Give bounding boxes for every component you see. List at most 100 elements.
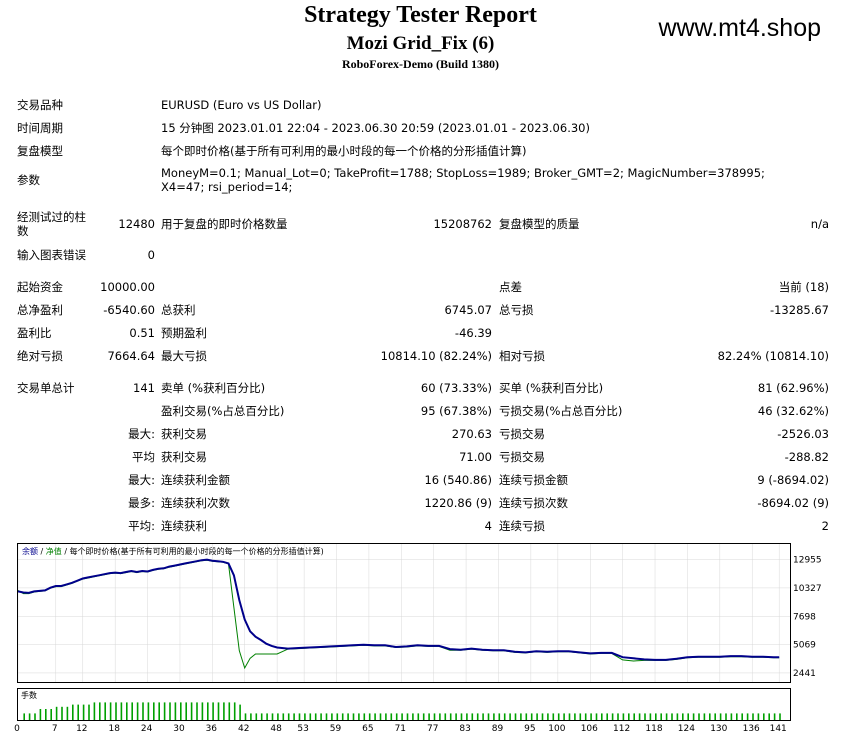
bars-label-line1: 经测试过的柱 <box>17 210 86 224</box>
lot-bar <box>568 713 571 720</box>
lot-bar <box>379 713 382 720</box>
equity-line <box>17 559 780 670</box>
lot-bar <box>520 713 522 720</box>
params-value: MoneyM=0.1; Manual_Lot=0; TakeProfit=178… <box>161 166 765 194</box>
gross-profit-label: 总获利 <box>161 303 196 317</box>
max-drawdown-value: 10814.10 (82.24%) <box>380 349 492 363</box>
lot-bar <box>45 709 47 720</box>
lot-bar <box>714 713 716 720</box>
rel-drawdown-label: 相对亏损 <box>499 349 545 363</box>
expected-payoff-label: 预期盈利 <box>161 326 207 340</box>
profit-trades-label: 盈利交易(%占总百分比) <box>161 404 285 418</box>
lot-bar <box>698 713 700 720</box>
lot-bar <box>757 713 760 720</box>
model-label: 复盘模型 <box>17 144 63 158</box>
lot-bar <box>563 713 565 720</box>
gross-loss-value: -13285.67 <box>769 303 829 317</box>
lot-bar <box>530 713 533 720</box>
lot-bar <box>363 713 366 720</box>
largest-profit-value: 270.63 <box>451 427 492 441</box>
average-consecutive-losses-label: 连续亏损 <box>499 519 545 533</box>
lot-bar <box>331 713 333 720</box>
lot-bar <box>126 702 128 720</box>
lot-bar <box>244 713 247 720</box>
long-positions-label: 买单 (%获利百分比) <box>499 381 604 395</box>
lot-bar <box>228 702 231 720</box>
lot-bar <box>131 702 133 720</box>
lot-bar <box>293 713 295 720</box>
lot-bar <box>471 713 474 720</box>
x-tick-label: 130 <box>710 724 727 733</box>
lot-bar <box>212 702 214 720</box>
lot-bar <box>449 713 452 720</box>
x-tick-label: 124 <box>678 724 695 733</box>
lot-bar <box>736 713 738 720</box>
x-tick-label: 136 <box>743 724 760 733</box>
period-value: 15 分钟图 2023.01.01 22:04 - 2023.06.30 20:… <box>161 121 590 135</box>
y-tick-label: 5069 <box>793 641 816 651</box>
bars-label: 经测试过的柱 数 <box>17 210 86 238</box>
lot-bar <box>190 702 193 720</box>
lot-chart: 手数 <box>17 688 791 721</box>
lot-bar <box>55 706 58 720</box>
lot-bar <box>412 713 414 720</box>
legend-model: 每个即时价格(基于所有可利用的最小时段的每一个价格的分形插值计算) <box>70 546 324 556</box>
short-positions-label: 卖单 (%获利百分比) <box>161 381 266 395</box>
lot-bar <box>136 702 139 720</box>
symbol-value: EURUSD (Euro vs US Dollar) <box>161 98 322 112</box>
x-tick-label: 112 <box>613 724 630 733</box>
lot-bar <box>482 713 484 720</box>
y-tick-label: 2441 <box>793 669 816 679</box>
lot-bar <box>142 702 144 720</box>
ticks-value: 15208762 <box>433 217 492 231</box>
balance-line <box>17 558 780 661</box>
lot-bar <box>671 713 673 720</box>
lot-bar <box>439 713 441 720</box>
lot-bar <box>207 702 209 720</box>
lot-bar <box>153 702 155 720</box>
lot-bar <box>763 713 765 720</box>
max-consecutive-prefix: 最大: <box>128 473 155 487</box>
lot-bar <box>28 713 31 720</box>
spread-value: 当前 (18) <box>778 280 829 294</box>
y-tick-label: 10327 <box>793 584 822 594</box>
legend-separator: / <box>38 547 46 556</box>
lot-bar <box>644 713 646 720</box>
lot-bar <box>352 713 355 720</box>
lot-bar <box>266 713 268 720</box>
lot-bar <box>466 713 468 720</box>
lot-bar <box>665 713 668 720</box>
lot-bar <box>163 702 166 720</box>
x-tick-label: 24 <box>141 724 153 733</box>
x-tick-label: 89 <box>492 724 504 733</box>
lot-bar <box>498 713 501 720</box>
average-profit-label: 获利交易 <box>161 450 207 464</box>
total-trades-value: 141 <box>133 381 155 395</box>
x-tick-label: 106 <box>581 724 598 733</box>
x-tick-label: 30 <box>173 724 185 733</box>
short-positions-value: 60 (73.33%) <box>420 381 492 395</box>
lot-bar <box>358 713 360 720</box>
lot-chart-svg: 手数 <box>21 690 781 720</box>
lot-bar <box>606 713 608 720</box>
x-tick-label: 95 <box>524 724 535 733</box>
balance-chart: 余额 / 净值 / 每个即时价格(基于所有可利用的最小时段的每一个价格的分形插值… <box>17 543 791 683</box>
max-consecutive-loss-value: -8694.02 (9) <box>757 496 829 510</box>
abs-drawdown-value: 7664.64 <box>107 349 155 363</box>
lot-bar <box>633 713 635 720</box>
average-consecutive-wins-value: 4 <box>484 519 492 533</box>
lot-bar <box>773 713 776 720</box>
lot-bar <box>752 713 754 720</box>
lot-bar <box>336 713 339 720</box>
largest-loss-label: 亏损交易 <box>499 427 545 441</box>
expected-payoff-value: -46.39 <box>454 326 492 340</box>
lot-bar <box>282 713 285 720</box>
lot-bar <box>584 713 587 720</box>
lot-bar <box>217 702 220 720</box>
max-drawdown-label: 最大亏损 <box>161 349 207 363</box>
loss-trades-value: 46 (32.62%) <box>757 404 829 418</box>
lot-bar <box>595 713 598 720</box>
lot-bar <box>82 704 85 720</box>
server-build: RoboForex-Demo (Build 1380) <box>341 57 500 71</box>
lot-bar <box>779 713 781 720</box>
